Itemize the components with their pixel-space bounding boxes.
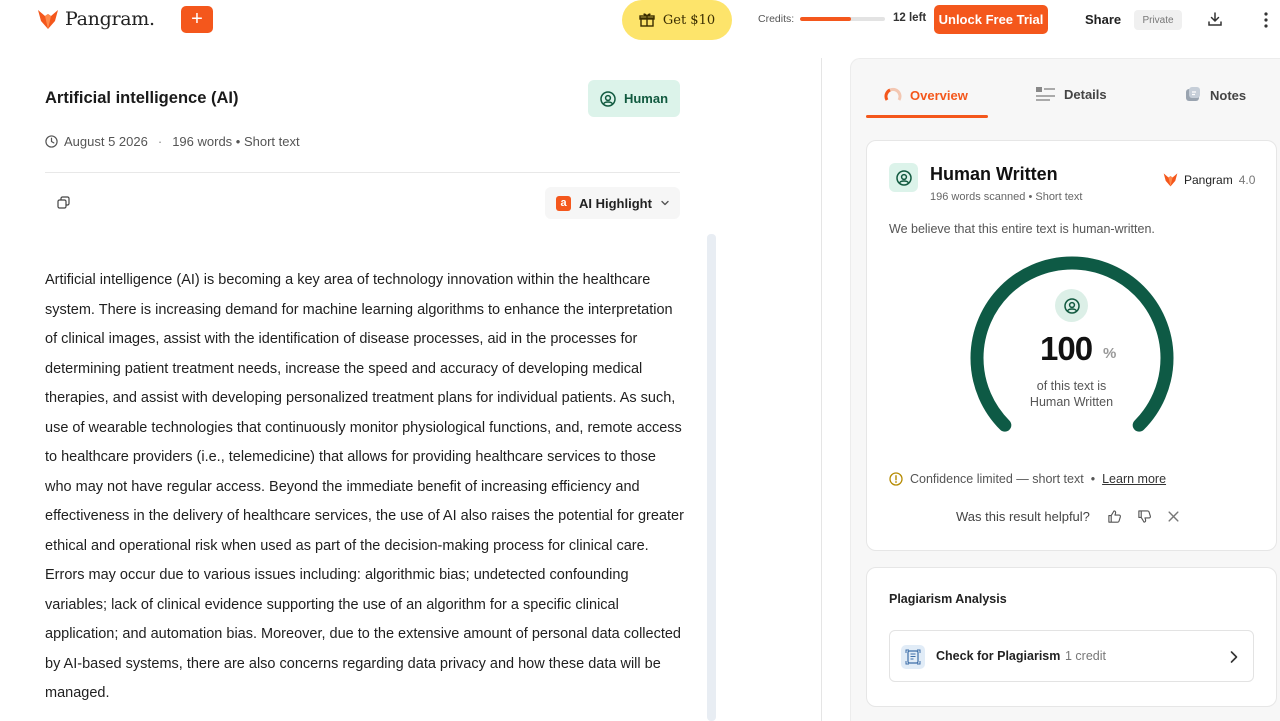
score-value: 100 [1040,330,1093,367]
plagiarism-title: Plagiarism Analysis [889,592,1007,606]
document-date: August 5 2026 [64,134,148,149]
info-icon [889,472,903,486]
active-tab-indicator [866,115,988,118]
tab-notes-label: Notes [1210,87,1247,103]
ai-highlight-icon: a [556,195,571,211]
document-paragraph: Artificial intelligence (AI) is becoming… [45,272,684,701]
result-subtitle: 196 words scanned • Short text [930,191,1083,203]
learn-more-link[interactable]: Learn more [1102,472,1166,486]
human-verdict-badge[interactable]: Human [588,80,680,117]
fox-logo-icon [1163,173,1178,187]
feedback-question: Was this result helpful? [956,509,1090,524]
close-icon[interactable] [1167,510,1180,523]
check-plagiarism-label: Check for Plagiarism [936,649,1061,663]
document-word-info: 196 words • Short text [172,134,300,149]
feedback-row: Was this result helpful? [956,509,1090,524]
model-version: 4.0 [1238,172,1256,187]
credits-progress-bar [800,17,885,21]
gift-icon [639,13,655,27]
ai-highlight-label: AI Highlight [579,195,652,211]
document-scan-icon [905,649,921,665]
gauge-human-icon [1055,289,1088,322]
copy-icon[interactable] [57,196,70,209]
ai-highlight-dropdown[interactable]: a AI Highlight [545,187,680,219]
fox-logo-icon [38,10,58,29]
credits-remaining: 12 left [893,12,927,24]
confidence-text: Confidence limited — short text [910,472,1084,486]
unlock-free-trial-button[interactable]: Unlock Free Trial [934,5,1048,34]
tab-details-label: Details [1064,86,1107,102]
thumbs-down-icon[interactable] [1137,509,1152,524]
document-title: Artificial intelligence (AI) [45,89,239,107]
download-icon[interactable] [1207,11,1223,27]
document-body: Artificial intelligence (AI) is becoming… [45,266,685,709]
result-icon [889,163,918,192]
model-tag: Pangram 4.0 [1163,172,1255,187]
document-meta: August 5 2026 · 196 words • Short text [45,134,300,149]
logo-text: Pangram. [65,8,155,30]
thumbs-up-icon[interactable] [1107,509,1122,524]
user-circle-icon [1063,297,1080,314]
notes-icon [1186,87,1200,101]
score-caption-line1: of this text is [1036,379,1107,393]
result-description: We believe that this entire text is huma… [889,222,1155,236]
promo-button[interactable]: Get $10 [622,0,732,40]
brand-logo[interactable]: Pangram. [37,8,155,30]
results-tabs: Overview Details Notes [866,80,1280,118]
confidence-note: Confidence limited — short text • Learn … [889,472,1166,486]
privacy-badge[interactable]: Private [1134,10,1182,30]
document-scrollbar[interactable] [707,234,716,721]
credits-label: Credits: [758,13,795,25]
chevron-down-icon [661,200,669,206]
tab-overview-label: Overview [910,87,968,103]
share-button[interactable]: Share [1085,12,1121,27]
meta-separator: · [157,134,163,149]
new-document-button[interactable]: + [181,6,213,33]
clock-icon [45,135,58,148]
plagiarism-credit-cost: 1 credit [1065,649,1106,663]
human-badge-label: Human [623,91,669,106]
confidence-separator: • [1090,472,1096,486]
pane-separator [821,58,822,721]
top-bar: Pangram. + Get $10 Credits: 12 left Unlo… [0,0,1280,40]
list-details-icon [1036,87,1055,101]
tab-notes[interactable]: Notes [1184,86,1246,104]
document-divider [45,172,680,173]
credits-progress-fill [800,17,851,21]
tab-overview[interactable]: Overview [884,86,968,104]
tab-details[interactable]: Details [1036,86,1107,102]
user-circle-icon [895,169,912,186]
score-caption-line2: Human Written [1029,395,1114,409]
model-name: Pangram [1184,172,1233,187]
score-unit: % [1103,345,1117,362]
result-title: Human Written [930,164,1058,184]
gauge-icon [884,87,902,101]
promo-label: Get $10 [662,12,716,28]
plagiarism-icon-box [901,645,925,669]
user-circle-icon [600,90,616,107]
chevron-right-icon [1230,651,1238,663]
more-vertical-icon[interactable] [1260,11,1272,29]
